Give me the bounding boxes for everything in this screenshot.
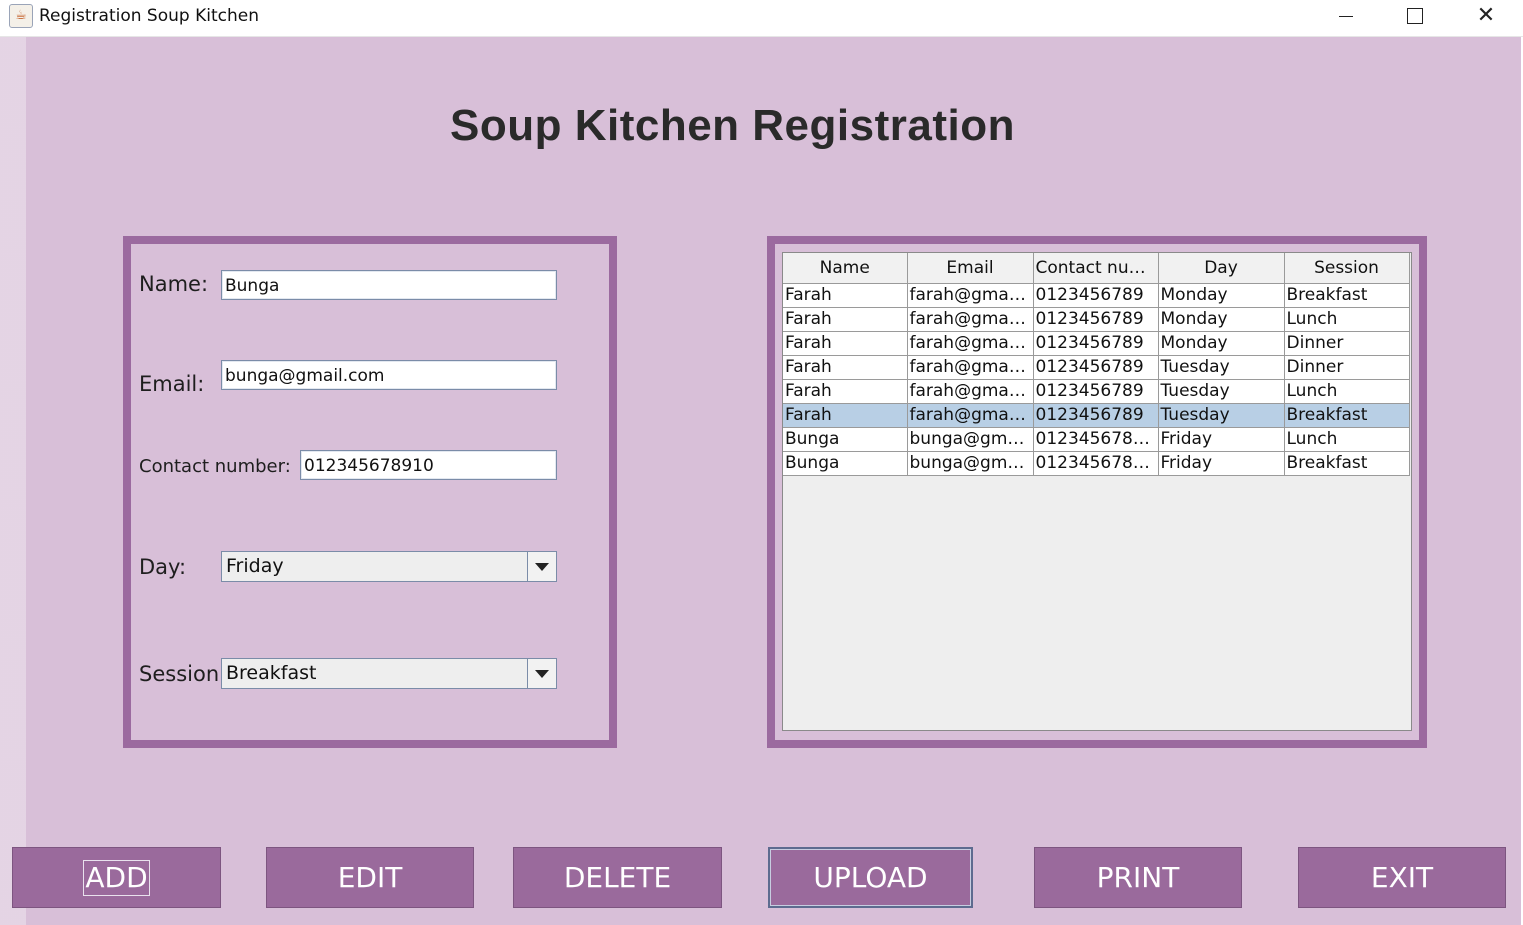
main-content: Soup Kitchen Registration Name: Bunga Em… — [0, 37, 1521, 925]
column-header-email[interactable]: Email — [907, 253, 1034, 284]
table-row[interactable]: Farah farah@gmail... 0123456789 Monday D… — [783, 331, 1410, 356]
cell-email[interactable]: farah@gmail... — [907, 307, 1034, 332]
column-header-day[interactable]: Day — [1158, 253, 1285, 284]
cell-email[interactable]: farah@gmail... — [907, 403, 1034, 428]
exit-button-label: EXIT — [1370, 861, 1434, 894]
cell-name[interactable]: Farah — [783, 331, 908, 356]
session-select[interactable]: Breakfast — [221, 658, 557, 689]
cell-session[interactable]: Dinner — [1284, 331, 1410, 356]
cell-session[interactable]: Lunch — [1284, 307, 1410, 332]
cell-name[interactable]: Farah — [783, 307, 908, 332]
table-row-selected[interactable]: Farah farah@gmail... 0123456789 Tuesday … — [783, 403, 1410, 428]
add-button-label: ADD — [83, 859, 150, 896]
add-button[interactable]: ADD — [12, 847, 221, 908]
column-header-session[interactable]: Session — [1284, 253, 1410, 284]
contact-field[interactable]: 012345678910 — [300, 450, 557, 480]
session-label: Session: — [139, 662, 227, 686]
cell-session[interactable]: Lunch — [1284, 427, 1410, 452]
cell-email[interactable]: farah@gmail... — [907, 379, 1034, 404]
cell-email[interactable]: farah@gmail... — [907, 355, 1034, 380]
day-label: Day: — [139, 555, 187, 579]
table-row[interactable]: Farah farah@gmail... 0123456789 Tuesday … — [783, 379, 1410, 404]
email-field[interactable]: bunga@gmail.com — [221, 360, 557, 390]
cell-name[interactable]: Farah — [783, 403, 908, 428]
delete-button-label: DELETE — [563, 861, 672, 894]
contact-label: Contact number: — [139, 456, 291, 477]
print-button-label: PRINT — [1096, 861, 1180, 894]
cell-day[interactable]: Tuesday — [1158, 403, 1285, 428]
maximize-button[interactable] — [1392, 0, 1438, 32]
close-icon: ✕ — [1476, 3, 1496, 28]
upload-button-label: UPLOAD — [813, 861, 928, 894]
cell-day[interactable]: Monday — [1158, 331, 1285, 356]
table-row[interactable]: Farah farah@gmail... 0123456789 Monday B… — [783, 283, 1410, 308]
table-row[interactable]: Farah farah@gmail... 0123456789 Tuesday … — [783, 355, 1410, 380]
cell-day[interactable]: Monday — [1158, 283, 1285, 308]
maximize-icon — [1407, 8, 1423, 24]
cell-session[interactable]: Dinner — [1284, 355, 1410, 380]
cell-name[interactable]: Farah — [783, 283, 908, 308]
cell-email[interactable]: farah@gmail... — [907, 283, 1034, 308]
cell-name[interactable]: Bunga — [783, 451, 908, 476]
page-title: Soup Kitchen Registration — [450, 101, 1015, 150]
cell-name[interactable]: Bunga — [783, 427, 908, 452]
cell-name[interactable]: Farah — [783, 355, 908, 380]
window-title: Registration Soup Kitchen — [39, 6, 259, 26]
table-row[interactable]: Bunga bunga@gma... 012345678910 Friday B… — [783, 451, 1410, 476]
cell-session[interactable]: Breakfast — [1284, 283, 1410, 308]
registrations-table: Name Email Contact num... Day Session Fa… — [783, 253, 1410, 476]
chevron-down-icon[interactable] — [527, 552, 556, 581]
column-header-contact[interactable]: Contact num... — [1033, 253, 1159, 284]
java-cup-icon: ☕ — [9, 4, 33, 28]
name-label: Name: — [139, 272, 209, 296]
email-label: Email: — [139, 372, 205, 396]
column-header-name[interactable]: Name — [783, 253, 908, 284]
cell-email[interactable]: bunga@gma... — [907, 451, 1034, 476]
minimize-button[interactable] — [1323, 0, 1369, 32]
cell-name[interactable]: Farah — [783, 379, 908, 404]
close-button[interactable]: ✕ — [1463, 0, 1509, 32]
cell-email[interactable]: bunga@gma... — [907, 427, 1034, 452]
cell-contact[interactable]: 0123456789 — [1033, 403, 1159, 428]
registrations-table-scroll[interactable]: Name Email Contact num... Day Session Fa… — [782, 252, 1412, 731]
cell-day[interactable]: Friday — [1158, 427, 1285, 452]
cell-contact[interactable]: 012345678910 — [1033, 451, 1159, 476]
name-field[interactable]: Bunga — [221, 270, 557, 300]
registrations-panel: Name Email Contact num... Day Session Fa… — [767, 236, 1427, 748]
print-button[interactable]: PRINT — [1034, 847, 1242, 908]
session-value: Breakfast — [226, 662, 317, 684]
cell-contact[interactable]: 0123456789 — [1033, 307, 1159, 332]
day-value: Friday — [226, 555, 284, 577]
cell-contact[interactable]: 0123456789 — [1033, 355, 1159, 380]
table-header-row: Name Email Contact num... Day Session — [783, 253, 1410, 284]
cell-session[interactable]: Breakfast — [1284, 403, 1410, 428]
registration-form: Name: Bunga Email: bunga@gmail.com Conta… — [123, 236, 617, 748]
table-row[interactable]: Farah farah@gmail... 0123456789 Monday L… — [783, 307, 1410, 332]
cell-day[interactable]: Tuesday — [1158, 355, 1285, 380]
cell-contact[interactable]: 0123456789 — [1033, 283, 1159, 308]
cell-day[interactable]: Monday — [1158, 307, 1285, 332]
delete-button[interactable]: DELETE — [513, 847, 722, 908]
cell-contact[interactable]: 0123456789 — [1033, 331, 1159, 356]
cell-contact[interactable]: 012345678910 — [1033, 427, 1159, 452]
day-select[interactable]: Friday — [221, 551, 557, 582]
upload-button[interactable]: UPLOAD — [768, 847, 973, 908]
edit-button-label: EDIT — [337, 861, 403, 894]
chevron-down-icon[interactable] — [527, 659, 556, 688]
cell-session[interactable]: Lunch — [1284, 379, 1410, 404]
edit-button[interactable]: EDIT — [266, 847, 474, 908]
minimize-icon — [1339, 15, 1353, 17]
title-bar: ☕ Registration Soup Kitchen ✕ — [0, 0, 1523, 37]
cell-contact[interactable]: 0123456789 — [1033, 379, 1159, 404]
cell-session[interactable]: Breakfast — [1284, 451, 1410, 476]
cell-day[interactable]: Friday — [1158, 451, 1285, 476]
table-row[interactable]: Bunga bunga@gma... 012345678910 Friday L… — [783, 427, 1410, 452]
cell-day[interactable]: Tuesday — [1158, 379, 1285, 404]
exit-button[interactable]: EXIT — [1298, 847, 1506, 908]
cell-email[interactable]: farah@gmail... — [907, 331, 1034, 356]
